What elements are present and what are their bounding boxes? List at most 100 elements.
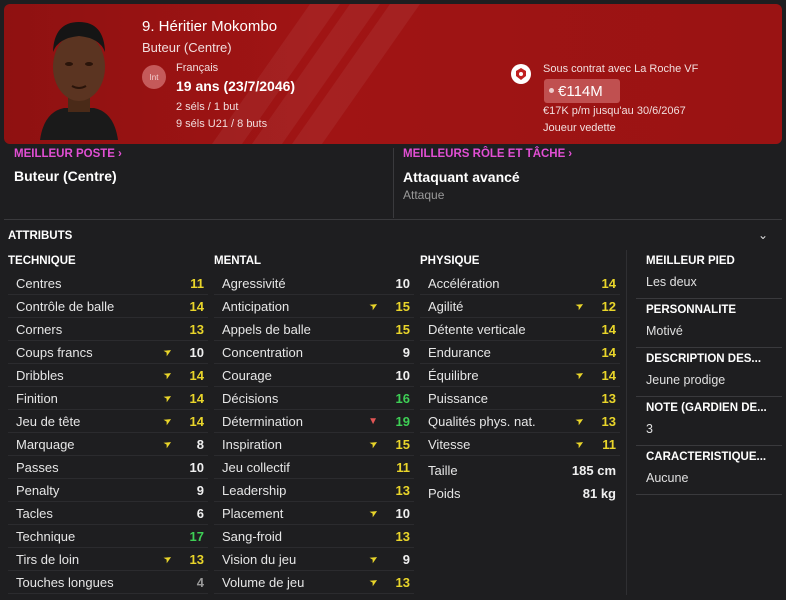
attribute-row[interactable]: Anticipation ➤ 15 bbox=[214, 295, 414, 318]
nationality: Français bbox=[176, 62, 219, 74]
attribute-row[interactable]: Tirs de loin ➤ 13 bbox=[8, 548, 208, 571]
attribute-row[interactable]: Inspiration ➤ 15 bbox=[214, 433, 414, 456]
info-block[interactable]: PERSONNALITÉ Motivé bbox=[636, 299, 782, 348]
trend-up-icon: ➤ bbox=[573, 368, 587, 382]
club-badge-icon[interactable] bbox=[511, 64, 531, 84]
attribute-row[interactable]: Touches longues 4 bbox=[8, 571, 208, 594]
attribute-value: 10 bbox=[395, 275, 410, 291]
attribute-name: Tacles bbox=[16, 505, 53, 521]
attribute-row[interactable]: Jeu collectif 11 bbox=[214, 456, 414, 479]
physique-list: Accélération 14 Agilité ➤ 12 Détente vertical… bbox=[420, 272, 620, 505]
info-block[interactable]: NOTE (GARDIEN DE... 3 bbox=[636, 397, 782, 446]
attribute-name: Contrôle de balle bbox=[16, 298, 115, 314]
attribute-row[interactable]: Agilité ➤ 12 bbox=[420, 295, 620, 318]
attribute-row[interactable]: Sang-froid 13 bbox=[214, 525, 414, 548]
info-block[interactable]: CARACTÉRISTIQUE... Aucune bbox=[636, 446, 782, 495]
trend-up-icon: ➤ bbox=[573, 299, 587, 313]
attribute-name: Courage bbox=[222, 367, 272, 383]
player-portrait bbox=[40, 22, 118, 140]
attribute-row[interactable]: Volume de jeu ➤ 13 bbox=[214, 571, 414, 594]
attribute-value: 9 bbox=[402, 344, 410, 360]
player-header: 9. Héritier Mokombo Buteur (Centre) Int … bbox=[4, 4, 782, 144]
attribute-row[interactable]: Contrôle de balle 14 bbox=[8, 295, 208, 318]
attribute-value: 16 bbox=[395, 390, 410, 406]
attribute-row[interactable]: Leadership 13 bbox=[214, 479, 414, 502]
physique-title: PHYSIQUE bbox=[420, 255, 480, 267]
attribute-name: Équilibre bbox=[428, 367, 479, 383]
attribute-name: Inspiration bbox=[222, 436, 282, 452]
attribute-name: Dribbles bbox=[16, 367, 64, 383]
attribute-value: 13 bbox=[189, 321, 204, 337]
attribute-name: Jeu collectif bbox=[222, 459, 290, 475]
attribute-row[interactable]: Penalty 9 bbox=[8, 479, 208, 502]
attribute-value: 12 bbox=[601, 298, 616, 314]
trend-up-icon: ➤ bbox=[573, 437, 587, 451]
attribute-value: 14 bbox=[601, 344, 616, 360]
attribute-value: 8 bbox=[196, 436, 204, 452]
squad-status: Joueur vedette bbox=[543, 122, 616, 134]
attribute-value: 15 bbox=[395, 298, 410, 314]
attribute-value: 13 bbox=[601, 390, 616, 406]
attribute-row[interactable]: Endurance 14 bbox=[420, 341, 620, 364]
attribute-row[interactable]: Puissance 13 bbox=[420, 387, 620, 410]
best-role-panel[interactable]: MEILLEURS RÔLE ET TÂCHE › Attaquant avanc… bbox=[403, 148, 773, 216]
senior-caps: 2 séls / 1 but bbox=[176, 101, 239, 113]
height-value: 185 cm bbox=[571, 463, 616, 478]
attribute-row[interactable]: Dribbles ➤ 14 bbox=[8, 364, 208, 387]
attribute-value: 13 bbox=[395, 528, 410, 544]
attribute-value: 13 bbox=[395, 482, 410, 498]
attribute-name: Concentration bbox=[222, 344, 303, 360]
contract-info[interactable]: Sous contrat avec La Roche VF bbox=[543, 63, 698, 75]
info-sidebar: MEILLEUR PIED Les deux PERSONNALITÉ Motivé D… bbox=[636, 250, 782, 495]
attribute-name: Jeu de tête bbox=[16, 413, 81, 429]
attribute-row[interactable]: Courage 10 bbox=[214, 364, 414, 387]
attribute-name: Coups francs bbox=[16, 344, 93, 360]
attribute-value: 10 bbox=[189, 344, 204, 360]
trend-up-icon: ➤ bbox=[367, 575, 381, 589]
trend-up-icon: ➤ bbox=[573, 414, 587, 428]
attribute-row[interactable]: Tacles 6 bbox=[8, 502, 208, 525]
attribute-row[interactable]: Équilibre ➤ 14 bbox=[420, 364, 620, 387]
best-position-panel[interactable]: MEILLEUR POSTE › Buteur (Centre) bbox=[14, 148, 384, 216]
attribute-name: Vitesse bbox=[428, 436, 471, 452]
attribute-row[interactable]: Décisions 16 bbox=[214, 387, 414, 410]
attribute-row[interactable]: Placement ➤ 10 bbox=[214, 502, 414, 525]
attribute-row[interactable]: Détermination ▼ 19 bbox=[214, 410, 414, 433]
attribute-name: Anticipation bbox=[222, 298, 290, 314]
attribute-row[interactable]: Vitesse ➤ 11 bbox=[420, 433, 620, 456]
attribute-name: Penalty bbox=[16, 482, 60, 498]
attribute-row[interactable]: Marquage ➤ 8 bbox=[8, 433, 208, 456]
attribute-value: 11 bbox=[190, 275, 204, 291]
attribute-row[interactable]: Passes 10 bbox=[8, 456, 208, 479]
info-title: PERSONNALITÉ bbox=[646, 304, 737, 316]
weight-value: 81 kg bbox=[582, 486, 616, 501]
chevron-right-icon: › bbox=[568, 148, 573, 160]
attribute-name: Centres bbox=[16, 275, 62, 291]
attribute-row[interactable]: Appels de balle 15 bbox=[214, 318, 414, 341]
nationality-flag-icon[interactable]: Int bbox=[142, 65, 166, 89]
info-block[interactable]: MEILLEUR PIED Les deux bbox=[636, 250, 782, 299]
divider bbox=[626, 250, 627, 595]
attribute-row[interactable]: Vision du jeu ➤ 9 bbox=[214, 548, 414, 571]
attribute-name: Placement bbox=[222, 505, 284, 521]
attribute-row[interactable]: Corners 13 bbox=[8, 318, 208, 341]
info-block[interactable]: DESCRIPTION DES... Jeune prodige bbox=[636, 348, 782, 397]
attribute-row[interactable]: Détente verticale 14 bbox=[420, 318, 620, 341]
trend-up-icon: ➤ bbox=[161, 391, 175, 405]
attribute-row[interactable]: Finition ➤ 14 bbox=[8, 387, 208, 410]
attribute-name: Technique bbox=[16, 528, 76, 544]
attribute-row[interactable]: Agressivité 10 bbox=[214, 272, 414, 295]
mental-title: MENTAL bbox=[214, 255, 262, 267]
attribute-value: 15 bbox=[395, 321, 410, 337]
attribute-row[interactable]: Coups francs ➤ 10 bbox=[8, 341, 208, 364]
attribute-row[interactable]: Concentration 9 bbox=[214, 341, 414, 364]
attribute-row[interactable]: Jeu de tête ➤ 14 bbox=[8, 410, 208, 433]
attribute-name: Accélération bbox=[428, 275, 500, 291]
attribute-row[interactable]: Technique 17 bbox=[8, 525, 208, 548]
attribute-row[interactable]: Qualités phys. nat. ➤ 13 bbox=[420, 410, 620, 433]
weight-label: Poids bbox=[428, 486, 461, 501]
chevron-down-icon[interactable]: ⌄ bbox=[758, 228, 768, 242]
attribute-row[interactable]: Accélération 14 bbox=[420, 272, 620, 295]
attribute-row[interactable]: Centres 11 bbox=[8, 272, 208, 295]
u21-caps: 9 séls U21 / 8 buts bbox=[176, 118, 268, 130]
